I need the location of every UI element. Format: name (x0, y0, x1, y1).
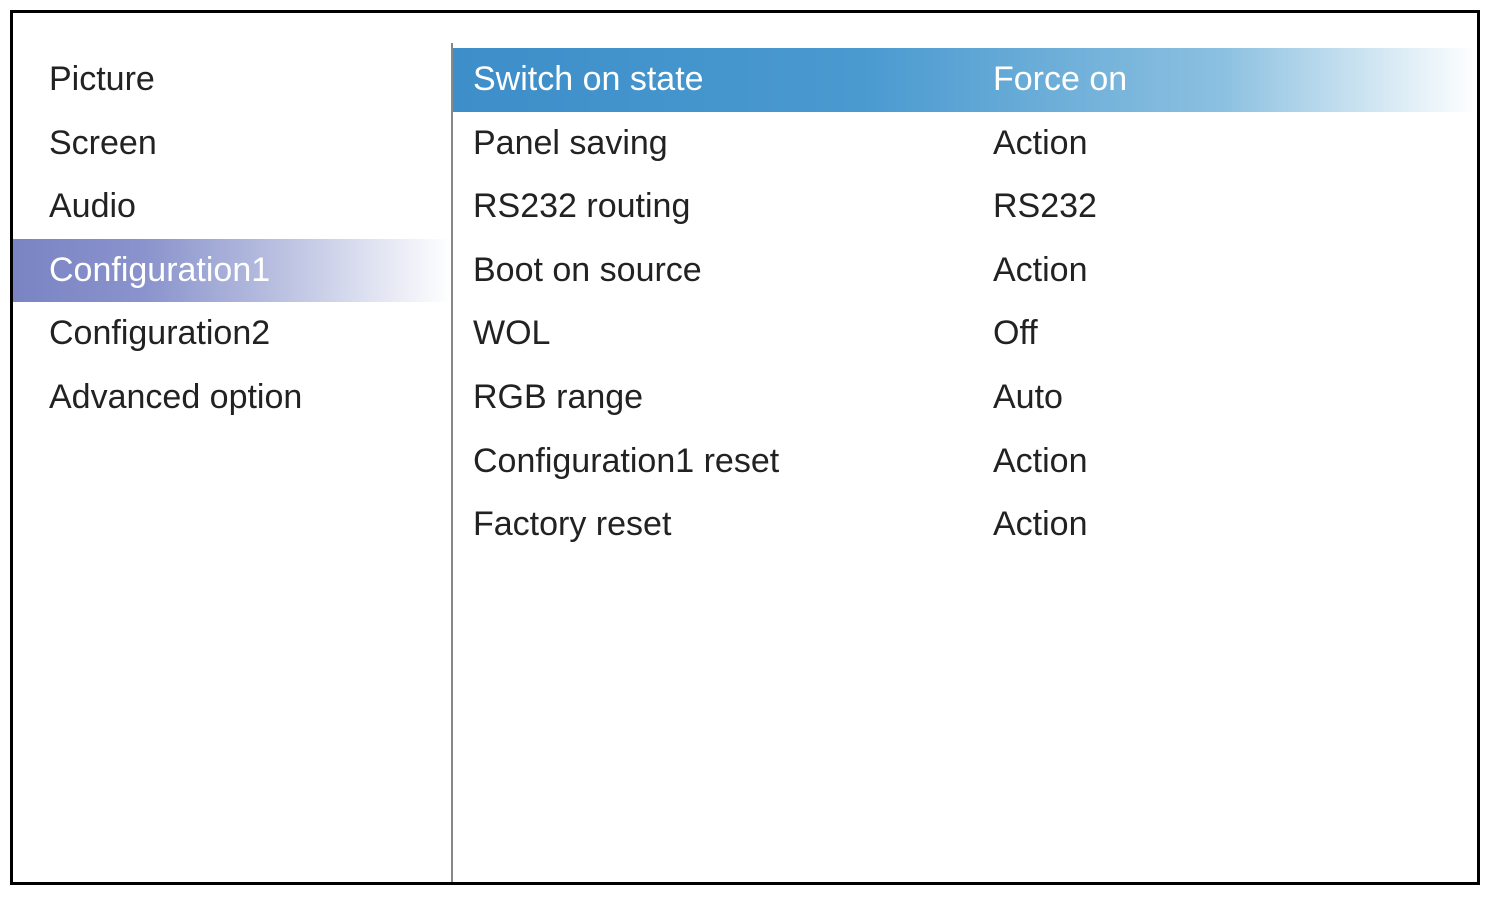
setting-factory-reset[interactable]: Factory reset Action (453, 493, 1477, 557)
sidebar: Picture Screen Audio Configuration1 Conf… (13, 43, 453, 882)
setting-value: Action (993, 438, 1457, 486)
sidebar-item-audio[interactable]: Audio (13, 175, 451, 239)
setting-value: Force on (993, 56, 1457, 104)
sidebar-item-label: Picture (49, 60, 155, 98)
sidebar-item-configuration2[interactable]: Configuration2 (13, 302, 451, 366)
setting-label: RGB range (473, 374, 993, 422)
settings-window: Picture Screen Audio Configuration1 Conf… (10, 10, 1480, 885)
setting-label: Switch on state (473, 56, 993, 104)
sidebar-item-label: Configuration1 (49, 251, 270, 289)
setting-rgb-range[interactable]: RGB range Auto (453, 366, 1477, 430)
sidebar-item-advanced-option[interactable]: Advanced option (13, 366, 451, 430)
setting-switch-on-state[interactable]: Switch on state Force on (453, 48, 1477, 112)
sidebar-item-label: Audio (49, 187, 136, 225)
setting-panel-saving[interactable]: Panel saving Action (453, 112, 1477, 176)
setting-value: Action (993, 120, 1457, 168)
settings-panel: Switch on state Force on Panel saving Ac… (453, 43, 1477, 882)
setting-configuration1-reset[interactable]: Configuration1 reset Action (453, 430, 1477, 494)
sidebar-item-label: Screen (49, 124, 157, 162)
setting-label: Boot on source (473, 247, 993, 295)
setting-value: Off (993, 310, 1457, 358)
setting-label: WOL (473, 310, 993, 358)
setting-boot-on-source[interactable]: Boot on source Action (453, 239, 1477, 303)
setting-value: RS232 (993, 183, 1457, 231)
setting-value: Action (993, 501, 1457, 549)
setting-rs232-routing[interactable]: RS232 routing RS232 (453, 175, 1477, 239)
setting-value: Action (993, 247, 1457, 295)
setting-label: Panel saving (473, 120, 993, 168)
sidebar-item-screen[interactable]: Screen (13, 112, 451, 176)
setting-wol[interactable]: WOL Off (453, 302, 1477, 366)
sidebar-item-label: Configuration2 (49, 314, 270, 352)
setting-label: Configuration1 reset (473, 438, 993, 486)
setting-label: Factory reset (473, 501, 993, 549)
sidebar-item-picture[interactable]: Picture (13, 48, 451, 112)
setting-value: Auto (993, 374, 1457, 422)
sidebar-item-configuration1[interactable]: Configuration1 (13, 239, 451, 303)
setting-label: RS232 routing (473, 183, 993, 231)
sidebar-item-label: Advanced option (49, 378, 302, 416)
